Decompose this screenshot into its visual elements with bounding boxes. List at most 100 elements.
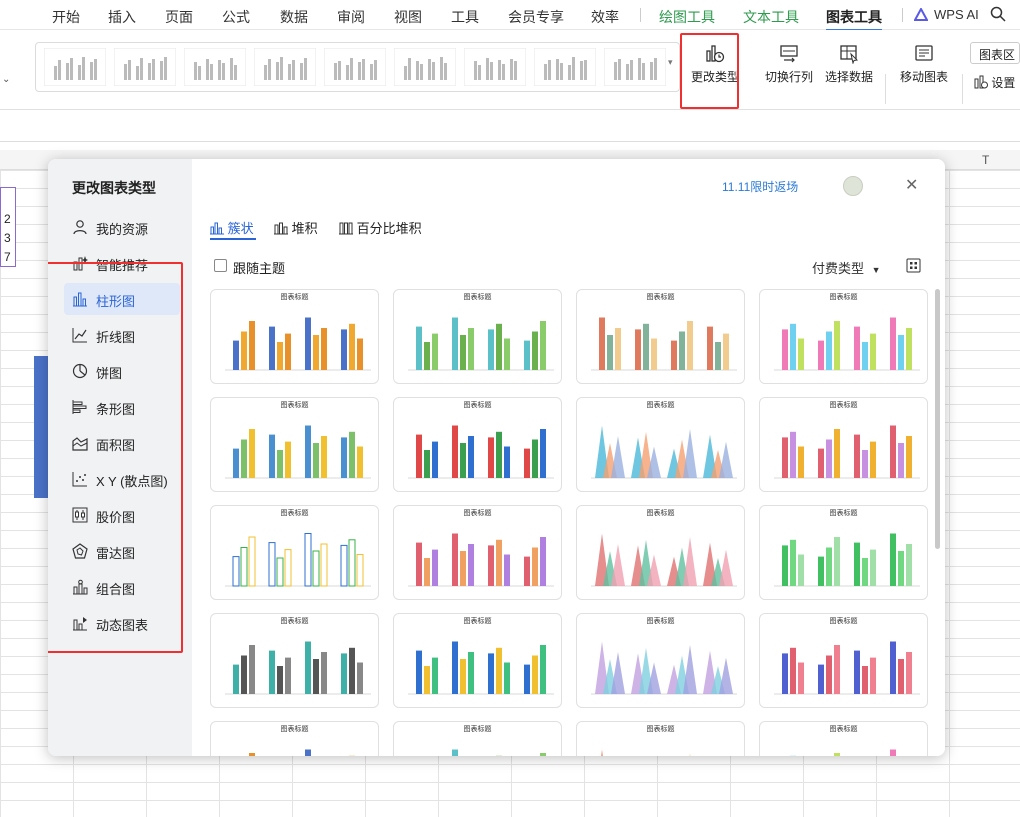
chart-template-bar — [870, 658, 876, 694]
paid-type-dropdown[interactable]: 付费类型 ▼ — [812, 258, 881, 277]
chart-template-bar — [321, 544, 327, 586]
chart-bar-fragment — [34, 356, 48, 498]
chart-template-bar — [818, 341, 824, 370]
chart-template-bar — [488, 653, 494, 694]
column-t-header[interactable]: T — [982, 153, 989, 167]
tab-percent-stacked[interactable]: 百分比堆积 — [339, 218, 422, 237]
chart-template-card[interactable]: 图表标题 — [759, 289, 928, 384]
chart-template-bar — [416, 651, 422, 694]
chart-style-2[interactable] — [114, 48, 176, 86]
chart-template-bar — [460, 335, 466, 370]
chart-template-card[interactable]: 图表标题 — [393, 397, 562, 492]
search-icon[interactable] — [990, 6, 1006, 22]
chart-template-card[interactable]: 图表标题 — [576, 505, 745, 600]
collapse-chevron-icon[interactable]: ⌄ — [2, 74, 10, 85]
menu-home[interactable]: 开始 — [52, 7, 80, 27]
chart-style-4[interactable] — [254, 48, 316, 86]
chart-template-bar — [890, 426, 896, 479]
menu-view[interactable]: 视图 — [394, 7, 422, 27]
chart-template-bar — [615, 328, 621, 370]
chart-style-9[interactable] — [604, 48, 666, 86]
chart-template-bar — [898, 659, 904, 694]
chart-style-3[interactable] — [184, 48, 246, 86]
chart-template-bar — [488, 329, 494, 370]
chart-template-card[interactable]: 图表标题 — [210, 505, 379, 600]
chart-template-preview — [760, 398, 928, 492]
chart-style-6[interactable] — [394, 48, 456, 86]
gallery-more-icon[interactable]: ▾ — [668, 57, 673, 68]
chart-template-card[interactable]: 图表标题 — [210, 397, 379, 492]
chart-template-bar — [782, 329, 788, 370]
chart-template-title: 图表标题 — [394, 508, 561, 518]
chart-template-bar — [432, 658, 438, 694]
chart-template-card[interactable]: 图表标题 — [393, 613, 562, 708]
chart-style-5[interactable] — [324, 48, 386, 86]
chart-template-bar — [834, 753, 840, 756]
chart-template-bar — [798, 339, 804, 371]
menu-text-tools[interactable]: 文本工具 — [743, 7, 799, 27]
follow-theme-checkbox[interactable] — [214, 259, 227, 272]
chart-template-bar — [790, 432, 796, 478]
tab-clustered[interactable]: 簇状 — [210, 218, 254, 237]
move-chart-label: 移动图表 — [900, 70, 948, 84]
chart-template-bar — [854, 543, 860, 586]
chart-template-bar — [683, 537, 697, 586]
grid-view-icon[interactable] — [906, 258, 921, 273]
chart-area-dropdown[interactable]: 图表区 — [970, 42, 1020, 64]
menu-data[interactable]: 数据 — [280, 7, 308, 27]
chart-template-bar — [834, 645, 840, 694]
chart-style-8[interactable] — [534, 48, 596, 86]
switch-row-col-button[interactable]: 切换行列 — [762, 42, 816, 94]
tab-stacked[interactable]: 堆积 — [274, 218, 318, 237]
chart-template-bar — [269, 651, 275, 694]
chart-template-bar — [277, 558, 283, 586]
select-data-button[interactable]: 选择数据 — [822, 42, 876, 94]
chart-template-bar — [854, 435, 860, 478]
chart-template-card[interactable]: 图表标题 — [210, 613, 379, 708]
chart-style-1[interactable] — [44, 48, 106, 86]
chart-template-title: 图表标题 — [394, 616, 561, 626]
chart-template-card[interactable]: 图表标题 — [393, 289, 562, 384]
close-icon[interactable]: ✕ — [905, 175, 918, 195]
chart-template-card[interactable]: 图表标题 — [393, 505, 562, 600]
chart-template-card[interactable]: 图表标题 — [210, 721, 379, 756]
menu-review[interactable]: 审阅 — [337, 7, 365, 27]
formula-bar[interactable] — [0, 115, 1020, 142]
chart-template-card[interactable]: 图表标题 — [759, 721, 928, 756]
menu-formula[interactable]: 公式 — [222, 7, 250, 27]
selected-range[interactable]: 2 3 7 — [0, 187, 16, 267]
chart-template-card[interactable]: 图表标题 — [759, 613, 928, 708]
sidebar-item-my-resources[interactable]: 我的资源 — [64, 211, 180, 243]
settings-button[interactable]: 设置 — [974, 74, 1015, 91]
chart-template-card[interactable]: 图表标题 — [576, 289, 745, 384]
chart-template-card[interactable]: 图表标题 — [210, 289, 379, 384]
scrollbar[interactable] — [935, 289, 940, 549]
menu-chart-tools[interactable]: 图表工具 — [826, 7, 882, 31]
chart-template-bar — [452, 426, 458, 479]
wps-ai-button[interactable]: WPS AI — [934, 7, 979, 22]
chart-template-card[interactable]: 图表标题 — [576, 721, 745, 756]
chart-template-title: 图表标题 — [577, 724, 744, 734]
chart-template-bar — [854, 651, 860, 694]
chart-template-card[interactable]: 图表标题 — [576, 613, 745, 708]
chart-template-card[interactable]: 图表标题 — [393, 721, 562, 756]
tab-label: 百分比堆积 — [357, 221, 422, 236]
menu-drawing-tools[interactable]: 绘图工具 — [659, 7, 715, 27]
switch-row-col-label: 切换行列 — [765, 70, 813, 84]
chart-template-bar — [416, 327, 422, 370]
chart-template-preview — [577, 290, 745, 384]
promo-link[interactable]: 11.11限时返场 — [722, 178, 798, 195]
avatar[interactable] — [843, 176, 863, 196]
menu-tools[interactable]: 工具 — [451, 7, 479, 27]
chart-template-card[interactable]: 图表标题 — [759, 505, 928, 600]
chart-template-card[interactable]: 图表标题 — [759, 397, 928, 492]
chart-style-7[interactable] — [464, 48, 526, 86]
menu-page[interactable]: 页面 — [165, 7, 193, 27]
menu-insert[interactable]: 插入 — [108, 7, 136, 27]
move-chart-button[interactable]: 移动图表 — [896, 42, 952, 94]
menu-efficiency[interactable]: 效率 — [591, 7, 619, 27]
chart-template-bar — [241, 440, 247, 479]
chart-template-bar — [357, 447, 363, 479]
chart-template-card[interactable]: 图表标题 — [576, 397, 745, 492]
menu-member[interactable]: 会员专享 — [508, 7, 564, 27]
